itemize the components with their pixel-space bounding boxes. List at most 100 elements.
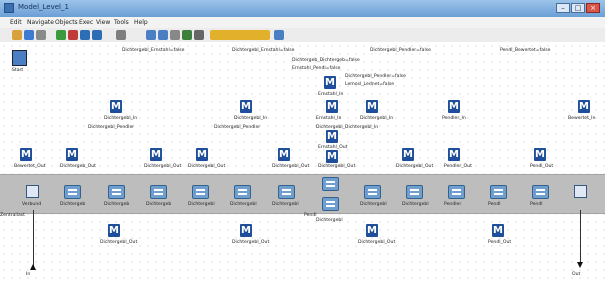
stop-icon[interactable] <box>68 30 78 40</box>
band-block[interactable] <box>234 185 251 199</box>
play-icon[interactable] <box>56 30 66 40</box>
band-right-node[interactable] <box>574 185 587 198</box>
model-icon[interactable] <box>402 148 414 161</box>
band-block[interactable] <box>150 185 167 199</box>
band-block[interactable] <box>532 185 549 199</box>
model-icon[interactable] <box>366 100 378 113</box>
band-label-4: Dichtergeb <box>146 202 172 207</box>
band-left-label: Zentrallast <box>0 213 25 218</box>
zoom-out-icon[interactable] <box>158 30 168 40</box>
maximize-icon: □ <box>574 4 582 12</box>
model-icon[interactable] <box>240 224 252 237</box>
lower-label-3: Dichtergebl_Out <box>358 240 396 245</box>
grid-icon[interactable] <box>274 30 284 40</box>
center-var-4: Lemosl_Lednet=false <box>345 82 395 87</box>
band-block[interactable] <box>364 185 381 199</box>
open-icon[interactable] <box>12 30 22 40</box>
middle-label-7: Dichtergebl_Out <box>396 164 434 169</box>
fit-icon[interactable] <box>182 30 192 40</box>
menu-view[interactable]: View <box>96 19 110 26</box>
center-var-2: Ernstahl_Pendl=false <box>292 66 341 71</box>
middle-label-5: Dichtergebl_Out <box>272 164 310 169</box>
save-icon[interactable] <box>24 30 34 40</box>
upper-label-2: Dichtergebl_In <box>234 116 268 121</box>
center-in-icon[interactable] <box>324 76 336 89</box>
color-palette-icon[interactable] <box>210 30 270 40</box>
model-icon[interactable] <box>366 224 378 237</box>
model-icon[interactable] <box>196 148 208 161</box>
model-icon[interactable] <box>534 148 546 161</box>
band-label-11: Pendl <box>488 202 501 207</box>
close-icon: × <box>590 4 596 12</box>
model-icon[interactable] <box>150 148 162 161</box>
model-icon[interactable] <box>110 100 122 113</box>
band-label-9: Dichtergebl <box>402 202 429 207</box>
band-block[interactable] <box>192 185 209 199</box>
lower-label-2: Dichtergebl_Out <box>232 240 270 245</box>
center-band-label-2: Dichtergebl <box>316 218 343 223</box>
model-icon[interactable] <box>492 224 504 237</box>
model-icon[interactable] <box>20 148 32 161</box>
band-label-12: Pendl <box>530 202 543 207</box>
menu-bar: Edit Navigate Objects Exec View Tools He… <box>0 17 605 28</box>
center-band-label: Pendl <box>304 213 317 218</box>
band-block[interactable] <box>108 185 125 199</box>
band-label-3: Dichtergeb <box>104 202 130 207</box>
edit-icon[interactable] <box>116 30 126 40</box>
close-button[interactable]: × <box>586 3 600 13</box>
middle-label-1: Bewertet_Out <box>14 164 46 169</box>
middle-label-9: Pendl_Out <box>530 164 554 169</box>
menu-exec[interactable]: Exec <box>79 19 93 26</box>
minimize-button[interactable]: – <box>556 3 570 13</box>
center-var-1: Dichtergeb_Dichtergeb=false <box>292 58 360 63</box>
left-arrow-icon <box>30 264 36 270</box>
model-canvas[interactable]: Start Dichtergebl_Ernstahl=false Dichter… <box>0 42 605 282</box>
model-icon[interactable] <box>240 100 252 113</box>
model-icon[interactable] <box>326 150 338 163</box>
band-label-6: Dichtergebl <box>230 202 257 207</box>
pen-icon[interactable] <box>194 30 204 40</box>
menu-edit[interactable]: Edit <box>10 19 22 26</box>
band-left-node[interactable] <box>26 185 39 198</box>
menu-tools[interactable]: Tools <box>114 19 129 26</box>
model-icon[interactable] <box>108 224 120 237</box>
zoom-in-icon[interactable] <box>146 30 156 40</box>
center-var-3: Dichtergebl_Pendler=false <box>345 74 406 79</box>
center-out-icon[interactable] <box>326 130 338 143</box>
band-block[interactable] <box>278 185 295 199</box>
bottom-left-label: In <box>26 272 31 277</box>
model-icon[interactable] <box>578 100 590 113</box>
band-block[interactable] <box>322 177 339 191</box>
app-icon <box>4 3 14 13</box>
menu-objects[interactable]: Objects <box>55 19 78 26</box>
bottom-right-label: Out <box>572 272 581 277</box>
band-block[interactable] <box>490 185 507 199</box>
menu-navigate[interactable]: Navigate <box>27 19 54 26</box>
upper-sub-1: Dichtergebl_Pendler <box>88 125 135 130</box>
print-icon[interactable] <box>36 30 46 40</box>
upper-label-1: Dichtergebl_In <box>104 116 138 121</box>
center-in-label: Ernstahl_In <box>318 92 344 97</box>
band-block[interactable] <box>322 197 339 211</box>
maximize-button[interactable]: □ <box>571 3 585 13</box>
model-icon[interactable] <box>448 100 460 113</box>
band-block[interactable] <box>64 185 81 199</box>
upper-sub-2: Dichtergebl_Pendler <box>214 125 261 130</box>
model-icon[interactable] <box>326 100 338 113</box>
band-block[interactable] <box>448 185 465 199</box>
fast-forward-icon[interactable] <box>92 30 102 40</box>
model-icon[interactable] <box>278 148 290 161</box>
model-icon[interactable] <box>66 148 78 161</box>
middle-label-3: Dichtergebl_Out <box>144 164 182 169</box>
model-icon[interactable] <box>448 148 460 161</box>
upper-label-5: Pendler_In <box>442 116 466 121</box>
top-var-1: Dichtergebl_Ernstahl=false <box>122 48 185 53</box>
band-block[interactable] <box>406 185 423 199</box>
start-node-icon[interactable] <box>12 50 27 66</box>
top-var-3: Dichtergebl_Pendler=false <box>370 48 431 53</box>
step-icon[interactable] <box>80 30 90 40</box>
menu-help[interactable]: Help <box>134 19 148 26</box>
select-icon[interactable] <box>170 30 180 40</box>
lower-label-1: Dichtergebl_Out <box>100 240 138 245</box>
upper-label-3: Ernstahl_In <box>316 116 342 121</box>
